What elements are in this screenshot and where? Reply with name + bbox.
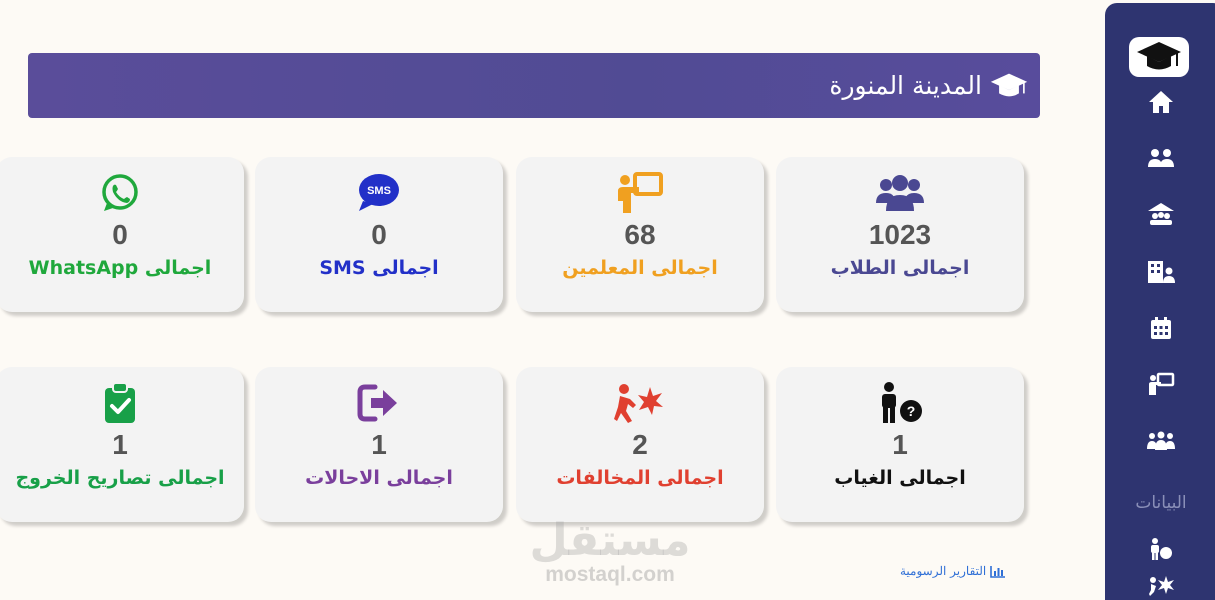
svg-text:SMS: SMS xyxy=(367,185,391,197)
whatsapp-icon xyxy=(102,174,138,211)
home-icon[interactable] xyxy=(1145,89,1177,115)
logo[interactable] xyxy=(1129,37,1189,77)
absence-icon[interactable] xyxy=(1145,536,1177,562)
page-title: المدينة المنورة xyxy=(829,71,982,100)
clipboard-check-icon xyxy=(105,382,135,423)
users-icon[interactable] xyxy=(1145,145,1177,171)
graduation-cap-icon xyxy=(990,73,1028,96)
absence-label: اجمالى الغياب xyxy=(834,467,966,489)
students-count: 1023 xyxy=(868,219,932,250)
building-user-icon[interactable] xyxy=(1145,259,1177,285)
sidebar: البيانات xyxy=(1105,3,1215,600)
exit-permits-card[interactable]: 1 اجمالى تصاريح الخروج xyxy=(0,367,244,522)
exit-permits-label: اجمالى تصاريح الخروج xyxy=(15,467,225,489)
absence-icon: ? xyxy=(882,382,922,423)
violations-count: 2 xyxy=(632,429,648,460)
school-icon[interactable] xyxy=(1145,201,1177,227)
svg-text:?: ? xyxy=(907,403,916,419)
students-label: اجمالى الطلاب xyxy=(830,257,970,279)
sms-card[interactable]: SMS 0 اجمالى SMS xyxy=(255,157,503,312)
group-icon[interactable] xyxy=(1145,427,1177,453)
sms-count: 0 xyxy=(371,219,387,250)
teacher-icon xyxy=(618,172,663,213)
bar-chart-icon xyxy=(990,565,1006,578)
absence-card[interactable]: ? 1 اجمالى الغياب xyxy=(776,367,1024,522)
referrals-label: اجمالى الاحالات xyxy=(305,467,453,489)
students-card[interactable]: 1023 اجمالى الطلاب xyxy=(776,157,1024,312)
page-header: المدينة المنورة xyxy=(28,53,1040,118)
calendar-icon[interactable] xyxy=(1145,315,1177,341)
graphic-reports-link[interactable]: التقارير الرسومية xyxy=(900,564,1040,578)
violation-icon[interactable] xyxy=(1145,573,1177,599)
referrals-count: 1 xyxy=(371,429,387,460)
graphic-reports-label: التقارير الرسومية xyxy=(900,564,987,578)
teachers-count: 68 xyxy=(624,219,656,250)
watermark-arabic: مستقل xyxy=(529,515,691,566)
whatsapp-count: 0 xyxy=(112,219,128,250)
violation-icon xyxy=(614,384,663,423)
teachers-card[interactable]: 68 اجمالى المعلمين xyxy=(516,157,764,312)
whatsapp-label: اجمالى WhatsApp xyxy=(28,257,212,279)
referrals-card[interactable]: 1 اجمالى الاحالات xyxy=(255,367,503,522)
violations-card[interactable]: 2 اجمالى المخالفات xyxy=(516,367,764,522)
users-icon xyxy=(876,175,924,211)
sidebar-section-label: البيانات xyxy=(1135,493,1187,513)
sign-out-icon xyxy=(357,384,397,422)
teacher-icon[interactable] xyxy=(1145,371,1177,397)
sms-label: اجمالى SMS xyxy=(319,257,439,279)
sms-bubble-icon: SMS xyxy=(359,174,399,211)
exit-permits-count: 1 xyxy=(112,429,128,460)
violations-label: اجمالى المخالفات xyxy=(556,467,724,489)
whatsapp-card[interactable]: 0 اجمالى WhatsApp xyxy=(0,157,244,312)
watermark-latin: mostaql.com xyxy=(545,563,675,586)
absence-count: 1 xyxy=(892,429,908,460)
graduation-cap-icon xyxy=(1137,42,1181,70)
teachers-label: اجمالى المعلمين xyxy=(562,257,718,279)
